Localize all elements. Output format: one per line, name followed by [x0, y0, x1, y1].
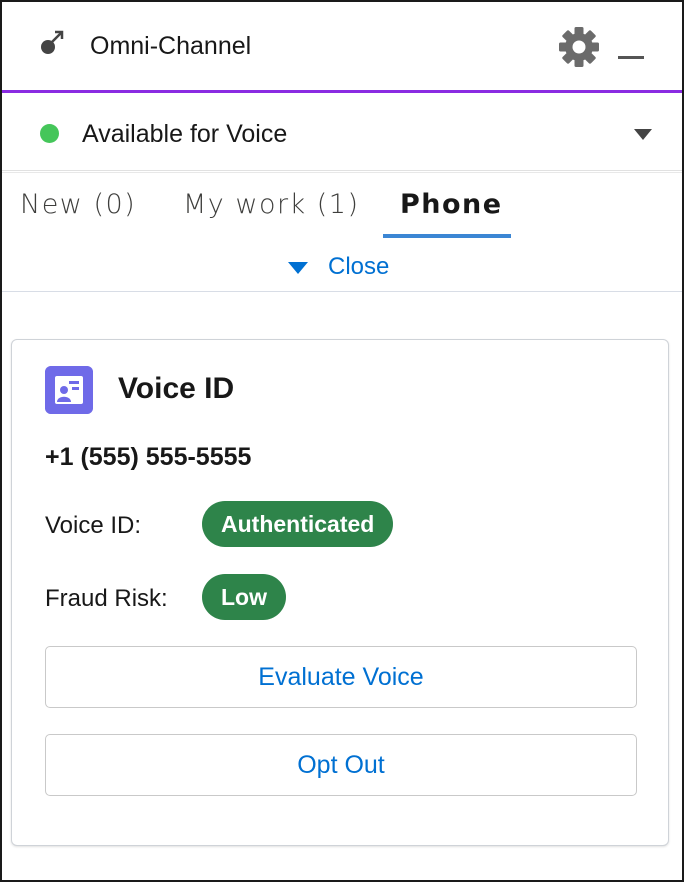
app-title: Omni-Channel [90, 32, 252, 60]
active-tab-indicator [383, 234, 511, 238]
phone-number: +1 (555) 555-5555 [45, 443, 252, 471]
fraud-risk-badge: Low [202, 574, 286, 620]
close-label[interactable]: Close [328, 253, 389, 281]
close-toggle[interactable]: Close [2, 241, 682, 292]
tab-my-work[interactable]: My work (1) [183, 189, 360, 220]
chevron-down-icon[interactable] [634, 129, 652, 140]
contact-card-icon [45, 366, 93, 414]
fraud-risk-label: Fraud Risk: [45, 585, 168, 612]
status-indicator-dot [40, 124, 59, 143]
chevron-down-icon [288, 262, 308, 274]
presence-status-dropdown[interactable]: Available for Voice [2, 93, 682, 171]
opt-out-button[interactable]: Opt Out [45, 734, 637, 796]
gear-icon[interactable] [556, 24, 602, 70]
tab-bar: New (0) My work (1) Phone [2, 172, 682, 242]
voice-id-status-badge: Authenticated [202, 501, 394, 547]
status-label: Available for Voice [82, 120, 288, 148]
panel-header: Omni-Channel [2, 2, 682, 93]
evaluate-voice-button[interactable]: Evaluate Voice [45, 646, 637, 708]
card-title: Voice ID [118, 372, 235, 405]
minimize-icon[interactable] [618, 56, 644, 59]
voice-id-card: Voice ID +1 (555) 555-5555 Voice ID: Aut… [11, 339, 669, 846]
tab-phone[interactable]: Phone [400, 189, 503, 220]
voice-id-label: Voice ID: [45, 512, 142, 539]
tab-new[interactable]: New (0) [20, 189, 136, 220]
omni-channel-logo-icon [36, 30, 64, 59]
omni-channel-panel: Omni-Channel Available for Voice New (0)… [0, 0, 684, 882]
